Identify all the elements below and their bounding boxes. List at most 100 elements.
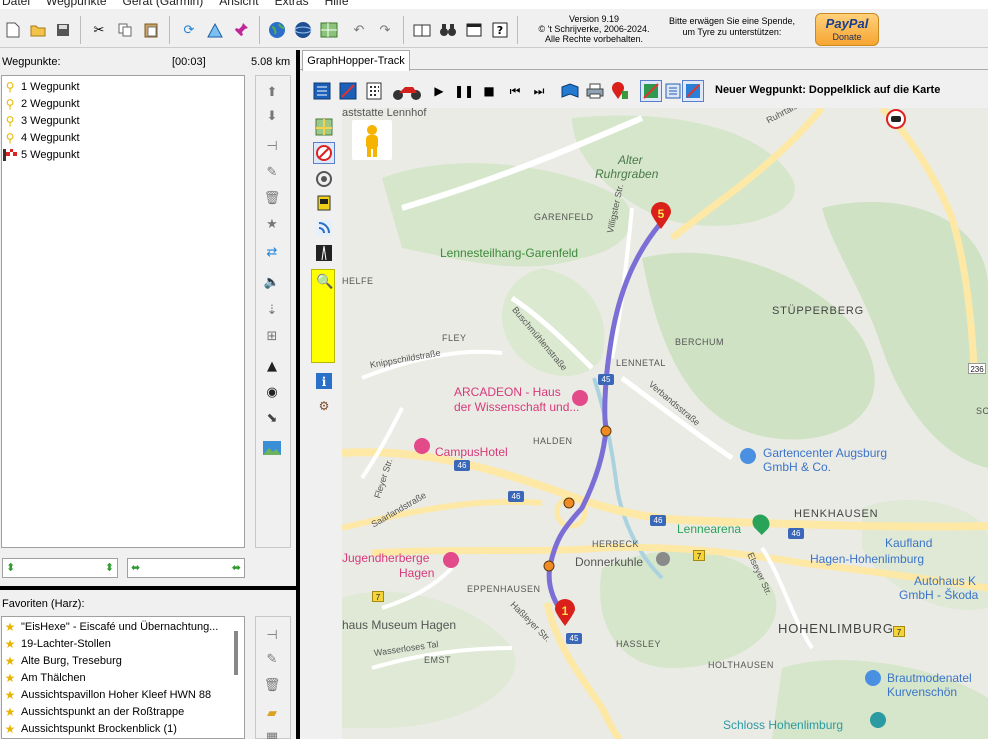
open-folder-icon[interactable] (27, 19, 49, 41)
up-down-icon: ⬍ (6, 561, 16, 574)
altitude-combo[interactable]: ⬍ ⬍ (2, 558, 118, 578)
book-icon[interactable] (411, 19, 433, 41)
list-blue-icon[interactable] (662, 80, 684, 102)
list-item[interactable]: ★ Aussichtspavillon Hoher Kleef HWN 88 (2, 686, 244, 703)
landscape-icon[interactable] (261, 438, 283, 458)
shop-marker[interactable] (865, 670, 881, 686)
menu-device[interactable]: Gerät (Garmin) (123, 0, 204, 9)
book-blue-icon[interactable] (559, 80, 581, 102)
delete-icon[interactable]: 🗑 (261, 675, 283, 695)
new-file-icon[interactable] (2, 19, 24, 41)
favorites-list[interactable]: ★ "EisHexe" - Eiscafé und Übernachtung...… (1, 616, 245, 739)
camera-icon[interactable]: ◉ (261, 382, 283, 402)
redo-icon[interactable]: ↷ (374, 19, 396, 41)
info-icon[interactable]: i (313, 370, 335, 392)
undo-icon[interactable]: ↶ (348, 19, 370, 41)
list-item[interactable]: ⚲ 2 Wegpunkt (2, 95, 244, 112)
direction-combo[interactable]: ⬌ ⬌ (127, 558, 245, 578)
pause-icon[interactable]: ❚❚ (453, 80, 475, 102)
speaker-icon[interactable]: 🔈 (261, 272, 283, 292)
highway-icon[interactable] (313, 242, 335, 264)
skip-forward-icon[interactable]: ⏭ (528, 80, 550, 102)
list-item[interactable]: ★ Alte Burg, Treseburg (2, 652, 244, 669)
gps-device-icon[interactable] (313, 192, 335, 214)
list-item[interactable]: ★ "EisHexe" - Eiscafé und Übernachtung... (2, 618, 244, 635)
marker-start[interactable]: 1 (554, 599, 576, 627)
hostel-marker[interactable] (443, 552, 459, 568)
zoom-slider[interactable]: 🔍 (311, 269, 335, 363)
open-folder-icon[interactable]: ▰ (261, 703, 283, 723)
hotel-marker[interactable] (414, 438, 430, 454)
favorite-add-icon[interactable]: ★ (261, 214, 283, 234)
road-icon[interactable]: ⊞ (261, 326, 283, 346)
poi-marker[interactable] (572, 390, 588, 406)
globe-icon[interactable] (266, 19, 288, 41)
cut-icon[interactable]: ✂ (88, 19, 110, 41)
route-layer-icon[interactable] (640, 80, 662, 102)
list-item[interactable]: ★ Aussichtspunkt Brockenblick (1) (2, 720, 244, 737)
list-item[interactable]: ⚲ 4 Wegpunkt (2, 129, 244, 146)
printer-icon[interactable] (584, 80, 606, 102)
menu-view[interactable]: Ansicht (219, 0, 258, 9)
list-item[interactable]: ★ 19-Lachter-Stollen (2, 635, 244, 652)
play-icon[interactable]: ▶ (428, 80, 450, 102)
edit-icon[interactable]: ✎ (261, 649, 283, 669)
list-item[interactable]: ★ Aussichtspunkt an der Roßtrappe (2, 703, 244, 720)
route-cancel-icon[interactable] (682, 80, 704, 102)
menu-file[interactable]: Datei (2, 0, 30, 9)
museum-marker[interactable] (870, 712, 886, 728)
save-icon[interactable] (52, 19, 74, 41)
skip-back-icon[interactable]: ⏮ (504, 80, 526, 102)
settings-icon[interactable]: ⚙ (313, 395, 335, 417)
tab-graphhopper-track[interactable]: GraphHopper-Track (302, 50, 410, 71)
move-up-icon[interactable]: ⬆ (261, 82, 283, 102)
marker-end[interactable]: 5 (650, 202, 672, 230)
refresh-icon[interactable]: ⟳ (178, 19, 200, 41)
list-item[interactable]: ⚲ 3 Wegpunkt (2, 112, 244, 129)
waypoint-list[interactable]: ⚲ 1 Wegpunkt ⚲ 2 Wegpunkt ⚲ 3 Wegpunkt ⚲ 4 W… (1, 75, 245, 548)
pushpin-icon[interactable] (230, 19, 252, 41)
paste-icon[interactable] (140, 19, 162, 41)
map-view[interactable]: 5 1 aststatte Lennhof Alter Ruhrgraben G… (342, 108, 988, 739)
list-item[interactable]: ★ Am Thälchen (2, 669, 244, 686)
swap-icon[interactable]: ⇄ (261, 242, 283, 262)
paypal-donate-button[interactable]: PayPal Donate (815, 13, 879, 46)
edit-icon[interactable]: ✎ (261, 162, 283, 182)
binoculars-icon[interactable] (437, 19, 459, 41)
insert-icon[interactable]: ⊣ (261, 136, 283, 156)
split-icon[interactable]: ⇣ (261, 300, 283, 320)
left-right-icon: ⬌ (231, 561, 241, 574)
window-icon[interactable] (463, 19, 485, 41)
map-type-icon[interactable] (313, 116, 335, 138)
move-down-icon[interactable]: ⬇ (261, 106, 283, 126)
marker-add-icon[interactable] (609, 80, 631, 102)
pane-divider[interactable] (0, 586, 296, 590)
menu-extras[interactable]: Extras (275, 0, 309, 9)
stop-icon[interactable]: ■ (478, 80, 500, 102)
list-item[interactable]: 5 Wegpunkt (2, 146, 244, 163)
earth-icon[interactable] (292, 19, 314, 41)
place-marker[interactable] (656, 552, 670, 566)
target-icon[interactable] (313, 168, 335, 190)
menu-waypoints[interactable]: Wegpunkte (46, 0, 107, 9)
no-traffic-icon[interactable] (313, 142, 335, 164)
map-icon[interactable] (318, 19, 340, 41)
scrollbar-thumb[interactable] (234, 631, 238, 675)
insert-icon[interactable]: ⊣ (261, 625, 283, 645)
menu-help[interactable]: Hilfe (325, 0, 349, 9)
help-icon[interactable]: ? (489, 19, 511, 41)
shop-marker[interactable] (740, 448, 756, 464)
calculator-blue-icon[interactable] (311, 80, 333, 102)
export-icon[interactable]: ⬊ (261, 408, 283, 428)
delete-icon[interactable]: 🗑 (261, 188, 283, 208)
grid-icon[interactable]: ▦ (261, 727, 283, 739)
street-view-pegman[interactable] (352, 120, 392, 160)
motorcycle-icon[interactable] (391, 80, 423, 102)
elevation-icon[interactable] (204, 19, 226, 41)
calculator-icon[interactable] (363, 80, 385, 102)
rss-icon[interactable] (313, 217, 335, 239)
copy-icon[interactable] (114, 19, 136, 41)
list-item[interactable]: ⚲ 1 Wegpunkt (2, 78, 244, 95)
highway-icon[interactable]: ▲ (261, 356, 283, 376)
calculator-red-icon[interactable] (337, 80, 359, 102)
